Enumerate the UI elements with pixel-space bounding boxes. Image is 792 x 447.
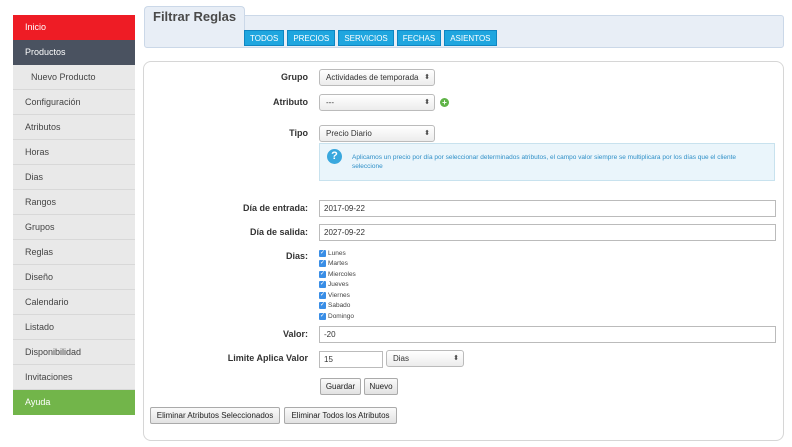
valor-label: Valor: [282,329,308,339]
atributo-select-value: --- [326,98,334,107]
checkbox-checked-icon[interactable]: ✓ [319,249,326,257]
day-jueves[interactable]: ✓ Jueves [319,280,356,291]
filter-buttons: TODOS PRECIOS SERVICIOS FECHAS ASIENTOS [244,30,497,46]
sidebar-item-disponibilidad[interactable]: Disponibilidad [13,340,135,365]
day-label: Jueves [328,281,349,289]
filter-precios-button[interactable]: PRECIOS [287,30,336,46]
day-miercoles[interactable]: ✓ Miercoles [319,269,356,280]
sidebar-item-productos[interactable]: Productos [13,40,135,65]
tipo-label: Tipo [289,128,308,138]
sidebar-item-atributos[interactable]: Atributos [13,115,135,140]
checkbox-checked-icon[interactable]: ✓ [319,281,326,289]
dias-label: Dias: [285,251,308,261]
limite-unit-select[interactable]: Dias ⬍ [386,350,464,367]
limite-label: Limite Aplica Valor [227,353,308,363]
grupo-select-value: Actividades de temporada [326,73,419,82]
sidebar-item-nuevo-producto[interactable]: Nuevo Producto [13,65,135,90]
checkbox-checked-icon[interactable]: ✓ [319,312,326,320]
checkbox-checked-icon[interactable]: ✓ [319,270,326,278]
day-domingo[interactable]: ✓ Domingo [319,311,356,322]
question-icon: ? [327,149,342,164]
sidebar-item-invitaciones[interactable]: Invitaciones [13,365,135,390]
sidebar-item-diseno[interactable]: Diseño [13,265,135,290]
eliminar-todos-button[interactable]: Eliminar Todos los Atributos [284,407,397,424]
salida-input[interactable]: 2027-09-22 [319,224,776,241]
day-label: Martes [328,260,348,268]
select-arrows-icon: ⬍ [424,130,430,137]
sidebar-item-configuracion[interactable]: Configuración [13,90,135,115]
day-label: Domingo [328,312,355,320]
day-label: Lunes [328,249,346,257]
grupo-select[interactable]: Actividades de temporada ⬍ [319,69,435,86]
sidebar-item-grupos[interactable]: Grupos [13,215,135,240]
sidebar-item-reglas[interactable]: Reglas [13,240,135,265]
entrada-label: Día de entrada: [242,203,308,213]
limite-unit-value: Dias [393,354,410,363]
checkbox-checked-icon[interactable]: ✓ [319,260,326,268]
day-sabado[interactable]: ✓ Sabado [319,301,356,312]
select-arrows-icon: ⬍ [453,355,459,362]
info-box: ? Aplicamos un precio por día por selecc… [319,143,775,181]
select-arrows-icon: ⬍ [424,74,430,81]
filter-fechas-button[interactable]: FECHAS [396,30,442,46]
atributo-label: Atributo [273,97,308,107]
nuevo-button[interactable]: Nuevo [364,378,398,395]
sidebar-item-listado[interactable]: Listado [13,315,135,340]
sidebar-item-horas[interactable]: Horas [13,140,135,165]
day-label: Miercoles [328,270,356,278]
sidebar-item-rangos[interactable]: Rangos [13,190,135,215]
day-label: Sabado [328,302,351,310]
eliminar-seleccionados-button[interactable]: Eliminar Atributos Seleccionados [150,407,280,424]
grupo-label: Grupo [281,72,308,82]
info-text: Aplicamos un precio por día por seleccio… [352,154,737,170]
filter-title: Filtrar Reglas [144,6,246,30]
sidebar-item-dias[interactable]: Dias [13,165,135,190]
salida-label: Día de salida: [249,227,308,237]
tipo-select-value: Precio Diario [326,129,372,138]
day-lunes[interactable]: ✓ Lunes [319,248,356,259]
sidebar-item-inicio[interactable]: Inicio [13,15,135,40]
day-martes[interactable]: ✓ Martes [319,259,356,270]
guardar-button[interactable]: Guardar [320,378,361,395]
filter-asientos-button[interactable]: ASIENTOS [444,30,497,46]
day-label: Viernes [328,291,350,299]
sidebar-item-calendario[interactable]: Calendario [13,290,135,315]
add-attribute-icon[interactable]: + [440,98,449,107]
filter-servicios-button[interactable]: SERVICIOS [338,30,394,46]
atributo-select[interactable]: --- ⬍ [319,94,435,111]
valor-input[interactable]: -20 [319,326,776,343]
tipo-select[interactable]: Precio Diario ⬍ [319,125,435,142]
checkbox-checked-icon[interactable]: ✓ [319,302,326,310]
select-arrows-icon: ⬍ [424,99,430,106]
sidebar: Inicio Productos Nuevo Producto Configur… [13,15,135,415]
checkbox-checked-icon[interactable]: ✓ [319,291,326,299]
sidebar-item-ayuda[interactable]: Ayuda [13,390,135,415]
limite-input[interactable]: 15 [319,351,383,368]
days-checklist: ✓ Lunes ✓ Martes ✓ Miercoles ✓ Jueves ✓ Viern… [319,248,356,322]
day-viernes[interactable]: ✓ Viernes [319,290,356,301]
entrada-input[interactable]: 2017-09-22 [319,200,776,217]
filter-todos-button[interactable]: TODOS [244,30,285,46]
